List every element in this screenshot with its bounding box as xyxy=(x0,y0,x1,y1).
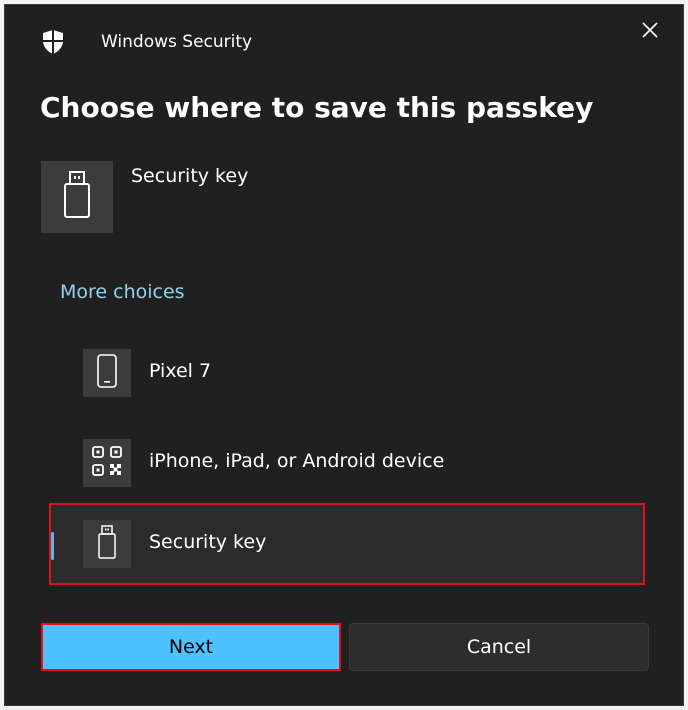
qr-code-icon xyxy=(92,446,122,480)
phone-icon xyxy=(96,354,118,392)
option-label: Pixel 7 xyxy=(149,360,212,382)
shield-icon xyxy=(41,29,65,55)
option-label: iPhone, iPad, or Android device xyxy=(149,450,445,472)
option-pixel-7[interactable]: Pixel 7 xyxy=(49,332,645,414)
close-button[interactable] xyxy=(635,17,665,47)
selected-option-tile xyxy=(41,161,113,233)
page-title: Choose where to save this passkey xyxy=(40,91,594,124)
more-choices-link[interactable]: More choices xyxy=(60,281,185,303)
option-security-key[interactable]: Security key xyxy=(49,503,645,585)
usb-key-icon xyxy=(97,525,117,563)
close-icon xyxy=(641,21,659,43)
window-title: Windows Security xyxy=(101,32,253,52)
option-icon-tile xyxy=(83,439,131,487)
option-label: Security key xyxy=(149,531,267,553)
usb-key-icon xyxy=(62,170,92,224)
selected-option-label: Security key xyxy=(131,165,249,187)
next-button[interactable]: Next xyxy=(41,623,341,671)
option-iphone-ipad-android[interactable]: iPhone, iPad, or Android device xyxy=(49,422,645,504)
windows-security-dialog: Windows Security Choose where to save th… xyxy=(4,4,684,706)
cancel-button[interactable]: Cancel xyxy=(349,623,649,671)
option-icon-tile xyxy=(83,520,131,568)
option-icon-tile xyxy=(83,349,131,397)
selection-indicator xyxy=(51,532,54,560)
